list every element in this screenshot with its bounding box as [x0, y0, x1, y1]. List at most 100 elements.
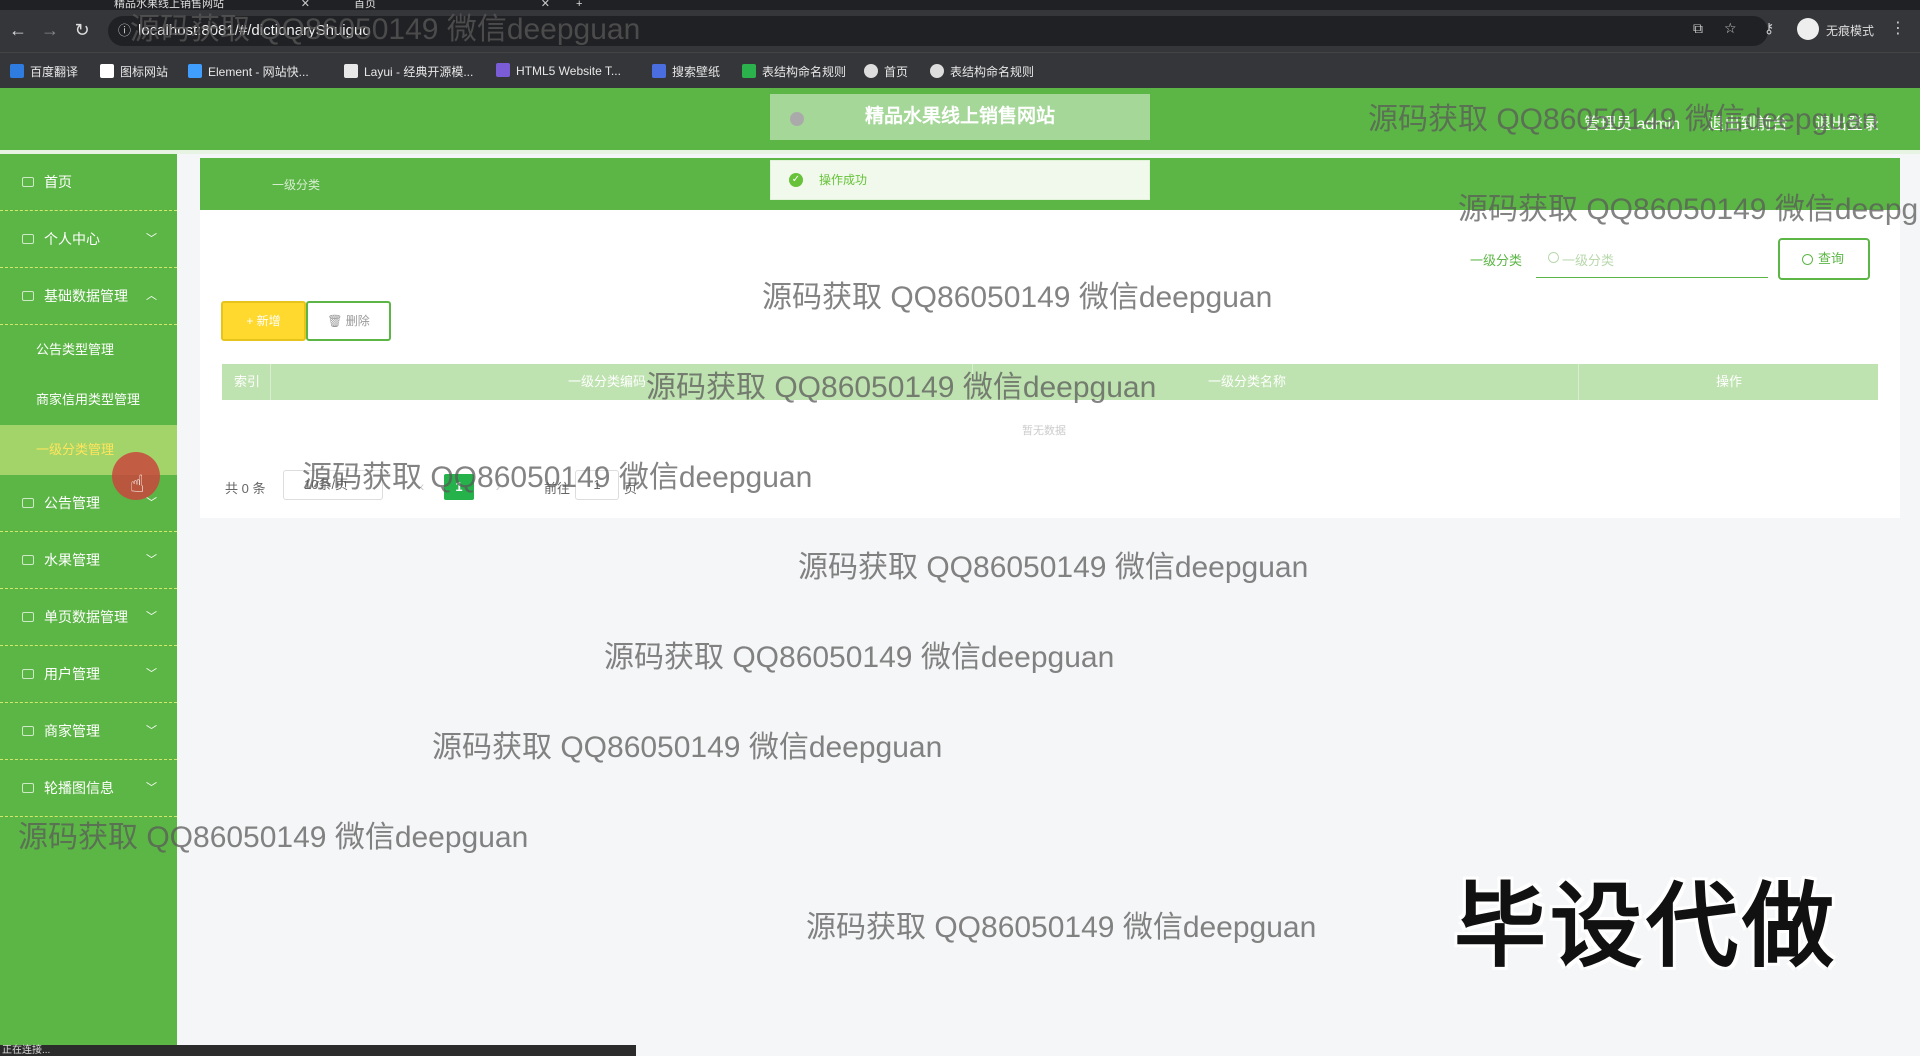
pagination-total: 共 0 条	[225, 481, 266, 496]
sidebar-item-carousel[interactable]: 轮播图信息 ﹀	[0, 760, 177, 817]
bookmark-favicon-icon	[652, 64, 666, 78]
tab-close-icon[interactable]: ✕	[541, 0, 550, 10]
back-arrow-icon[interactable]: ←	[8, 20, 28, 40]
column-header-name: 一级分类名称	[1208, 374, 1287, 389]
menu-icon	[22, 498, 34, 508]
bookmark-label: 搜索壁纸	[672, 65, 721, 79]
bookmark-star-icon[interactable]: ☆	[1724, 20, 1737, 37]
key-icon[interactable]: ⚷	[1764, 20, 1774, 37]
browser-tab-active[interactable]: 精品水果线上销售网站 ✕	[96, 0, 310, 10]
sidebar-item-credit-type[interactable]: 商家信用类型管理	[0, 375, 177, 425]
back-to-front-link[interactable]: 退出到前台	[1708, 110, 1788, 134]
column-header-index: 索引	[234, 374, 261, 389]
goto-label: 前往	[544, 481, 571, 496]
sidebar-item-label: 基础数据管理	[44, 288, 128, 304]
translate-icon[interactable]: ⧉	[1693, 20, 1703, 37]
chevron-down-icon: ﹀	[146, 233, 157, 245]
tab-label: 精品水果线上销售网站	[114, 0, 224, 10]
bookmark-label: 百度翻译	[30, 65, 79, 79]
category-search-input[interactable]	[1536, 244, 1768, 278]
app-header: 精品水果线上销售网站 管理员 admin 退出到前台 退出登录	[0, 88, 1920, 150]
sidebar-item-single-page[interactable]: 单页数据管理 ﹀	[0, 589, 177, 646]
toast-message: 操作成功	[819, 173, 868, 187]
site-title: 精品水果线上销售网站	[770, 94, 1150, 140]
menu-icon	[22, 726, 34, 736]
goto-page-input[interactable]: 1	[575, 470, 619, 500]
bookmark-item[interactable]: 百度翻译	[10, 63, 78, 80]
watermark-text: 源码获取 QQ86050149 微信deepguan	[432, 731, 943, 764]
sidebar-item-fruit[interactable]: 水果管理 ﹀	[0, 532, 177, 589]
browser-menu-icon[interactable]: ⋮	[1890, 18, 1906, 38]
browser-tab[interactable]: 首页 ✕	[336, 0, 550, 10]
bookmark-label: 首页	[884, 65, 909, 79]
add-button[interactable]: + 新增	[221, 301, 306, 341]
watermark-text: 源码获取 QQ86050149 微信deepguan	[604, 641, 1115, 674]
table-empty-text: 暂无数据	[1022, 425, 1066, 437]
delete-button-label: 删除	[345, 314, 370, 328]
column-header-actions: 操作	[1716, 374, 1743, 389]
breadcrumb-item[interactable]: 一级分类	[272, 176, 320, 193]
bookmark-item[interactable]: 图标网站	[100, 63, 168, 80]
sidebar-item-label: 公告管理	[44, 495, 100, 511]
bookmark-favicon-icon	[930, 64, 944, 78]
watermark-text: 源码获取 QQ86050149 微信deepguan	[806, 911, 1317, 944]
sidebar-item-label: 个人中心	[44, 231, 100, 247]
sidebar-item-profile[interactable]: 个人中心 ﹀	[0, 211, 177, 268]
bookmark-item[interactable]: 搜索壁纸	[652, 63, 720, 80]
next-page-button[interactable]: ›	[486, 474, 510, 498]
menu-icon	[22, 555, 34, 565]
browser-tab-bar: 精品水果线上销售网站 ✕ 首页 ✕ +	[0, 0, 1920, 10]
watermark-big: 毕设代做	[1454, 876, 1839, 978]
page-unit-label: 页	[624, 481, 638, 496]
bookmark-label: 图标网站	[120, 65, 169, 79]
site-info-icon[interactable]: ⓘ	[118, 16, 131, 46]
sidebar: 首页 个人中心 ﹀ 基础数据管理 ︿ 公告类型管理 商家信用类型管理 一级分类管理 …	[0, 154, 177, 1056]
bookmark-favicon-icon	[864, 64, 878, 78]
reload-icon[interactable]: ↻	[72, 20, 92, 40]
page-size-select[interactable]: 10条/页	[283, 470, 383, 500]
incognito-label[interactable]: 无痕模式	[1826, 22, 1874, 39]
logout-link[interactable]: 退出登录	[1815, 110, 1879, 134]
page-number-current[interactable]: 1	[444, 474, 474, 500]
sidebar-item-merchants[interactable]: 商家管理 ﹀	[0, 703, 177, 760]
bookmark-item[interactable]: HTML5 Website T...	[496, 63, 621, 78]
query-button[interactable]: 查询	[1778, 238, 1870, 280]
new-tab-button[interactable]: +	[574, 0, 594, 10]
bookmark-label: 表结构命名规则	[762, 65, 847, 79]
hand-cursor-icon: ☝	[130, 471, 145, 498]
bookmark-item[interactable]: 首页	[864, 63, 908, 80]
sidebar-item-label: 首页	[44, 174, 72, 190]
sidebar-item-label: 商家信用类型管理	[36, 392, 141, 407]
column-divider	[972, 364, 973, 400]
prev-page-button[interactable]: ‹	[410, 474, 434, 498]
column-divider	[1578, 364, 1579, 400]
main-content: 一级分类	[200, 158, 1900, 518]
sidebar-item-label: 一级分类管理	[36, 442, 115, 457]
bookmark-item[interactable]: 表结构命名规则	[930, 63, 1034, 80]
bookmark-item[interactable]: 表结构命名规则	[742, 63, 846, 80]
address-bar[interactable]: ⓘ localhost:8081/#/dictionaryShuiguo	[108, 16, 1768, 46]
bookmark-favicon-icon	[742, 64, 756, 78]
sidebar-item-home[interactable]: 首页	[0, 154, 177, 211]
bookmark-item[interactable]: Layui - 经典开源模...	[344, 63, 473, 80]
browser-toolbar: ← → ↻ ⓘ localhost:8081/#/dictionaryShuig…	[0, 10, 1920, 52]
column-header-code: 一级分类编码	[568, 374, 647, 389]
sidebar-item-notice-type[interactable]: 公告类型管理	[0, 325, 177, 375]
sidebar-item-basic-data[interactable]: 基础数据管理 ︿	[0, 268, 177, 325]
bookmarks-bar: 百度翻译 图标网站 Element - 网站快... Layui - 经典开源模…	[0, 52, 1920, 88]
forward-arrow-icon[interactable]: →	[40, 20, 60, 40]
search-icon	[1802, 254, 1813, 265]
sidebar-item-users[interactable]: 用户管理 ﹀	[0, 646, 177, 703]
header-divider	[0, 150, 1920, 154]
bookmark-item[interactable]: Element - 网站快...	[188, 63, 309, 80]
bookmark-favicon-icon	[10, 64, 24, 78]
chevron-down-icon: ﹀	[146, 668, 157, 680]
sidebar-item-label: 用户管理	[44, 666, 100, 682]
delete-button[interactable]: 🗑 删除	[306, 301, 391, 341]
chevron-up-icon: ︿	[146, 290, 157, 302]
tab-close-icon[interactable]: ✕	[301, 0, 310, 10]
sidebar-item-label: 公告类型管理	[36, 342, 115, 357]
bookmark-label: 表结构命名规则	[950, 65, 1035, 79]
incognito-icon[interactable]	[1797, 18, 1819, 40]
menu-icon	[22, 783, 34, 793]
